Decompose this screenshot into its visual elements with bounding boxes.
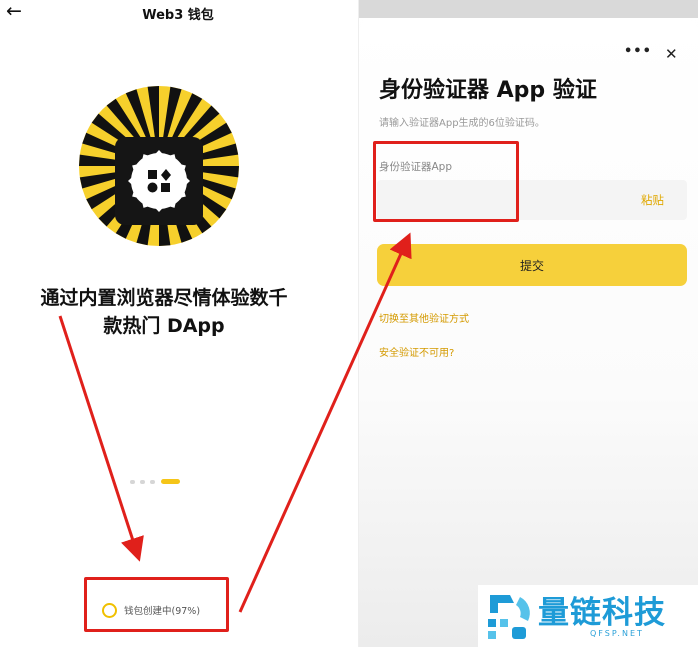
wallet-creation-screen: ← Web3 钱包 通过内置浏览器尽情体验数千 款热门 DApp 钱包创建中(9…	[0, 0, 356, 647]
screenshot-root: ← Web3 钱包 通过内置浏览器尽情体验数千 款热门 DApp 钱包创建中(9…	[0, 0, 698, 647]
feature-headline: 通过内置浏览器尽情体验数千 款热门 DApp	[14, 284, 314, 340]
carousel-dot[interactable]	[140, 480, 145, 484]
switch-verification-method-link[interactable]: 切换至其他验证方式	[379, 310, 469, 325]
submit-button[interactable]: 提交	[377, 244, 687, 286]
sheet-backdrop	[359, 0, 698, 18]
paste-button[interactable]: 粘贴	[641, 192, 664, 208]
close-button[interactable]: ✕	[665, 45, 678, 63]
headline-line-2: 款热门 DApp	[103, 315, 225, 337]
verification-subtitle: 请输入验证器App生成的6位验证码。	[379, 118, 545, 129]
carousel-dot[interactable]	[150, 480, 155, 484]
brand-logo-icon	[488, 595, 530, 639]
carousel-dot[interactable]	[130, 480, 135, 484]
watermark: 量链科技 QFSP.NET	[478, 585, 698, 647]
web3-sunburst-illustration	[79, 86, 239, 246]
verification-sheet: ••• ✕	[359, 18, 698, 647]
page-title: Web3 钱包	[142, 8, 214, 23]
carousel-dot-active[interactable]	[161, 479, 180, 484]
verification-title: 身份验证器 App 验证	[379, 78, 597, 103]
more-options-button[interactable]: •••	[624, 44, 652, 59]
watermark-brand: 量链科技	[538, 595, 666, 631]
security-verification-unavailable-link[interactable]: 安全验证不可用?	[379, 344, 454, 359]
carousel-indicator	[128, 478, 188, 486]
watermark-url: QFSP.NET	[590, 629, 644, 638]
headline-line-1: 通过内置浏览器尽情体验数千	[40, 287, 288, 309]
annotation-highlight-status	[84, 577, 229, 632]
authenticator-verification-screen: ••• ✕ 身份验证器 App 验证 请输入验证器App生成的6位验证码。 身份…	[358, 0, 698, 647]
annotation-highlight-code-field	[373, 141, 519, 222]
